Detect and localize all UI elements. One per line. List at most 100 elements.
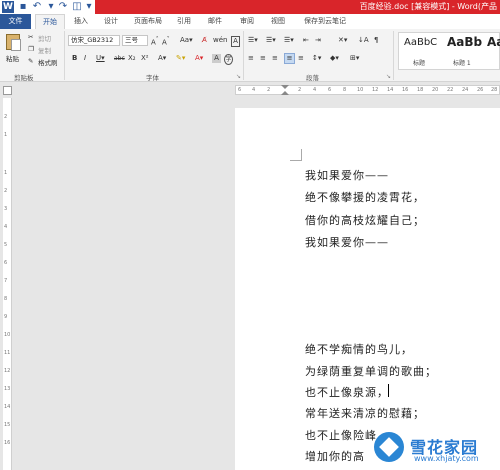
tab-save-to-cloud-note[interactable]: 保存到云笔记 <box>296 14 354 29</box>
document-line: 绝不学痴情的鸟儿， <box>305 343 413 356</box>
ruler-number: 6 <box>238 87 242 93</box>
font-size-select[interactable]: 三号 <box>122 35 148 46</box>
distribute-icon[interactable]: ≡ <box>298 54 304 63</box>
tab-review[interactable]: 审阅 <box>235 14 259 29</box>
superscript-icon[interactable]: X² <box>141 54 149 63</box>
paste-button[interactable]: 粘贴 <box>6 53 19 63</box>
vertical-ruler[interactable]: 2 1 1 2 3 4 5 6 7 8 9 10 11 12 13 14 15 … <box>3 98 12 470</box>
save-icon[interactable]: ▪ <box>17 1 29 13</box>
phonetic-guide-icon[interactable]: wén <box>213 36 227 45</box>
character-border-icon[interactable]: A <box>231 36 240 47</box>
format-painter-button[interactable]: 格式刷 <box>38 57 58 67</box>
ruler-number: 1 <box>4 132 8 138</box>
ruler-number: 2 <box>267 87 271 93</box>
ruler-number: 2 <box>4 188 8 194</box>
grow-font-icon[interactable]: A˄ <box>151 36 159 47</box>
group-divider <box>393 31 394 80</box>
ruler-number: 8 <box>4 296 8 302</box>
show-marks-icon[interactable]: ¶ <box>374 36 378 45</box>
font-color-icon[interactable]: A▾ <box>195 54 203 63</box>
enclose-characters-icon[interactable]: 字 <box>224 54 233 65</box>
horizontal-ruler[interactable]: 6 4 2 2 4 6 8 10 12 14 16 18 20 22 24 26… <box>235 85 500 95</box>
ruler-number: 26 <box>477 87 484 93</box>
tab-file[interactable]: 文件 <box>0 14 31 29</box>
bullets-icon[interactable]: ☰▾ <box>248 36 258 45</box>
ruler-number: 9 <box>4 314 8 320</box>
tab-mailings[interactable]: 邮件 <box>203 14 227 29</box>
font-dialog-launcher-icon[interactable]: ↘ <box>236 72 241 81</box>
customize-toolbar-icon[interactable]: ▾ <box>83 1 95 13</box>
align-center-icon[interactable]: ≡ <box>260 54 266 63</box>
character-shading-icon[interactable]: A <box>212 54 221 63</box>
copy-icon[interactable]: ❐ <box>28 45 34 53</box>
ruler-number: 2 <box>4 114 8 120</box>
bold-icon[interactable]: B <box>72 54 77 63</box>
ruler-number: 13 <box>4 386 11 392</box>
asian-layout-icon[interactable]: ✕▾ <box>338 36 347 45</box>
copy-button[interactable]: 复制 <box>38 45 51 55</box>
tab-insert[interactable]: 插入 <box>69 14 93 29</box>
ruler-number: 4 <box>313 87 317 93</box>
tab-design[interactable]: 设计 <box>99 14 123 29</box>
format-painter-icon[interactable]: ✎ <box>28 57 33 65</box>
crop-mark <box>290 149 302 161</box>
cut-button[interactable]: 剪切 <box>38 33 51 43</box>
tab-selector[interactable] <box>3 86 12 95</box>
ruler-number: 16 <box>402 87 409 93</box>
ruler-number: 18 <box>417 87 424 93</box>
clear-formatting-icon[interactable]: A̸ <box>202 36 207 45</box>
tab-page-layout[interactable]: 页面布局 <box>130 14 166 29</box>
paragraph-dialog-launcher-icon[interactable]: ↘ <box>386 72 391 81</box>
text-effects-icon[interactable]: A▾ <box>158 54 166 63</box>
style-title-sample[interactable]: AaBbC <box>404 37 437 48</box>
numbering-icon[interactable]: ☰▾ <box>266 36 276 45</box>
group-divider <box>243 31 244 80</box>
first-line-indent-marker[interactable] <box>281 85 289 89</box>
title-bar: W ▪ ↶ ▾ ↷ ◫ ▾ 百度经验.doc [兼容模式] - Word(产品 <box>0 0 500 14</box>
hanging-indent-marker[interactable] <box>281 91 289 95</box>
borders-icon[interactable]: ⊞▾ <box>350 54 359 63</box>
document-page[interactable]: 我如果爱你—— 绝不像攀援的凌霄花， 借你的高枝炫耀自己； 我如果爱你—— 绝不… <box>235 108 500 470</box>
tab-view[interactable]: 视图 <box>266 14 290 29</box>
tab-home[interactable]: 开始 <box>35 14 65 29</box>
highlight-icon[interactable]: ✎▾ <box>176 54 185 63</box>
ruler-number: 6 <box>4 260 8 266</box>
italic-icon[interactable]: I <box>84 54 86 63</box>
scissors-icon[interactable]: ✂ <box>28 33 33 41</box>
line-spacing-icon[interactable]: ↕▾ <box>312 54 321 63</box>
word-icon: W <box>2 1 14 13</box>
align-left-icon[interactable]: ≡ <box>248 54 254 63</box>
style-heading1-sample[interactable]: AaBb <box>447 35 482 49</box>
font-group-label: 字体 <box>146 74 159 82</box>
document-line: 增加你的高 <box>305 450 365 463</box>
tab-references[interactable]: 引用 <box>172 14 196 29</box>
shading-icon[interactable]: ◆▾ <box>330 54 339 63</box>
undo-icon[interactable]: ↶ <box>31 1 43 13</box>
document-line: 也不止像险峰 <box>305 429 377 442</box>
undo-dropdown-icon[interactable]: ▾ <box>45 1 57 13</box>
strikethrough-icon[interactable]: abc <box>114 54 125 63</box>
font-name-select[interactable]: 仿宋_GB2312 <box>68 35 120 46</box>
increase-indent-icon[interactable]: ⇥ <box>315 36 321 45</box>
ruler-number: 1 <box>4 170 8 176</box>
subscript-icon[interactable]: X₂ <box>128 54 136 63</box>
ruler-number: 7 <box>4 278 8 284</box>
paste-icon[interactable] <box>6 34 21 51</box>
print-preview-icon[interactable]: ◫ <box>71 1 83 13</box>
align-right-icon[interactable]: ≡ <box>272 54 278 63</box>
ruler-number: 12 <box>372 87 379 93</box>
change-case-icon[interactable]: Aa▾ <box>180 36 193 45</box>
shrink-font-icon[interactable]: A˅ <box>162 36 170 47</box>
ruler-number: 20 <box>432 87 439 93</box>
redo-icon[interactable]: ↷ <box>57 1 69 13</box>
decrease-indent-icon[interactable]: ⇤ <box>303 36 309 45</box>
justify-icon[interactable]: ≡ <box>284 53 295 64</box>
style-heading2-sample[interactable]: AaBb <box>487 35 500 49</box>
underline-icon[interactable]: U▾ <box>96 54 105 63</box>
ruler-row: 6 4 2 2 4 6 8 10 12 14 16 18 20 22 24 26… <box>0 83 500 98</box>
styles-gallery: AaBbC 标题 AaBb 标题 1 AaBb <box>398 32 500 70</box>
sort-icon[interactable]: ↓A <box>358 36 369 45</box>
document-line: 绝不像攀援的凌霄花， <box>305 191 425 204</box>
multilevel-list-icon[interactable]: ☰▾ <box>284 36 294 45</box>
ruler-number: 28 <box>491 87 498 93</box>
